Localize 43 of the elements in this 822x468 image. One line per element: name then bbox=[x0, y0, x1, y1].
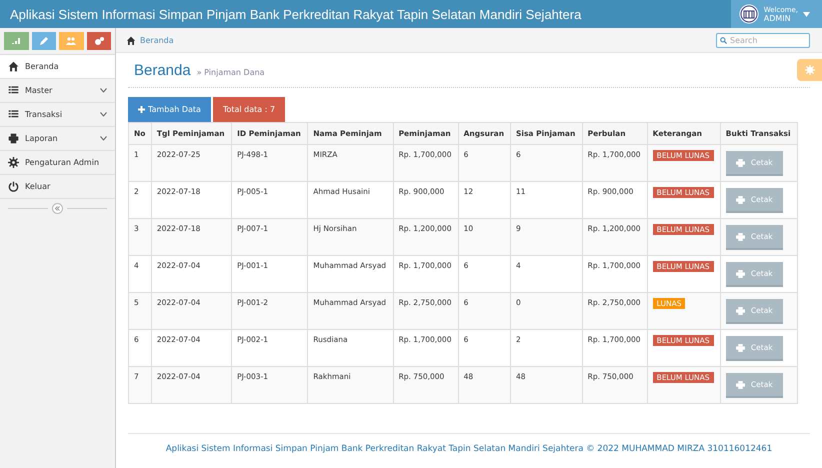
list-icon bbox=[8, 85, 19, 96]
home-icon bbox=[126, 36, 136, 44]
search-field[interactable]: Search bbox=[716, 32, 810, 48]
users-icon bbox=[66, 37, 76, 45]
caret-icon bbox=[803, 12, 810, 16]
printer-icon bbox=[736, 270, 745, 278]
footer-text: Aplikasi Sistem Informasi Simpan Pinjam Bank Perkreditan Rakyat Tapin Selatan Mandiri Sejahtera © 2022 MUHAMMAD MIRZA 310116012461 bbox=[128, 433, 810, 468]
collapse-button[interactable] bbox=[52, 203, 63, 214]
users-shortcut-button[interactable] bbox=[59, 32, 84, 50]
cogs-shortcut-button[interactable] bbox=[86, 32, 111, 50]
settings-button[interactable] bbox=[797, 59, 822, 81]
printer-icon bbox=[736, 158, 745, 166]
page-title: Beranda bbox=[134, 62, 191, 79]
sidebar-item[interactable]: Master bbox=[0, 79, 115, 103]
printer-icon bbox=[736, 380, 745, 388]
total-count-badge: Total data : 7 bbox=[212, 97, 286, 122]
plus-icon bbox=[138, 106, 145, 113]
printer-icon bbox=[736, 196, 745, 204]
sidebar-item[interactable]: Keluar bbox=[0, 175, 115, 199]
page-subtitle: » Pinjaman Dana bbox=[196, 68, 265, 77]
printer-icon bbox=[736, 232, 745, 240]
signal-icon bbox=[12, 38, 20, 44]
pencil-icon bbox=[40, 37, 48, 45]
sidebar-item[interactable]: Transaksi bbox=[0, 103, 115, 127]
add-data-button[interactable]: Tambah Data bbox=[128, 97, 211, 122]
printer-icon bbox=[8, 133, 19, 144]
sidebar-item[interactable]: Beranda bbox=[0, 55, 115, 79]
printer-icon bbox=[736, 306, 745, 314]
user-name: ADMIN bbox=[764, 14, 792, 22]
chart-shortcut-button[interactable] bbox=[4, 32, 28, 50]
printer-icon bbox=[736, 344, 745, 352]
settings-icon bbox=[804, 65, 814, 75]
double-chevron-icon bbox=[55, 206, 60, 211]
power-icon bbox=[8, 181, 19, 192]
list-icon bbox=[8, 109, 19, 120]
breadcrumb-link[interactable]: Beranda bbox=[140, 36, 174, 44]
home-icon bbox=[8, 61, 19, 72]
sidebar-item[interactable]: Pengaturan Admin bbox=[0, 151, 115, 175]
pencil-shortcut-button[interactable] bbox=[32, 32, 56, 50]
settings-icon bbox=[8, 157, 19, 168]
sidebar-item[interactable]: Laporan bbox=[0, 127, 115, 151]
app-title: Aplikasi Sistem Informasi Simpan Pinjam Bank Perkreditan Rakyat Tapin Selatan Mandiri Sejahtera bbox=[9, 6, 582, 22]
logo-icon bbox=[738, 4, 759, 24]
